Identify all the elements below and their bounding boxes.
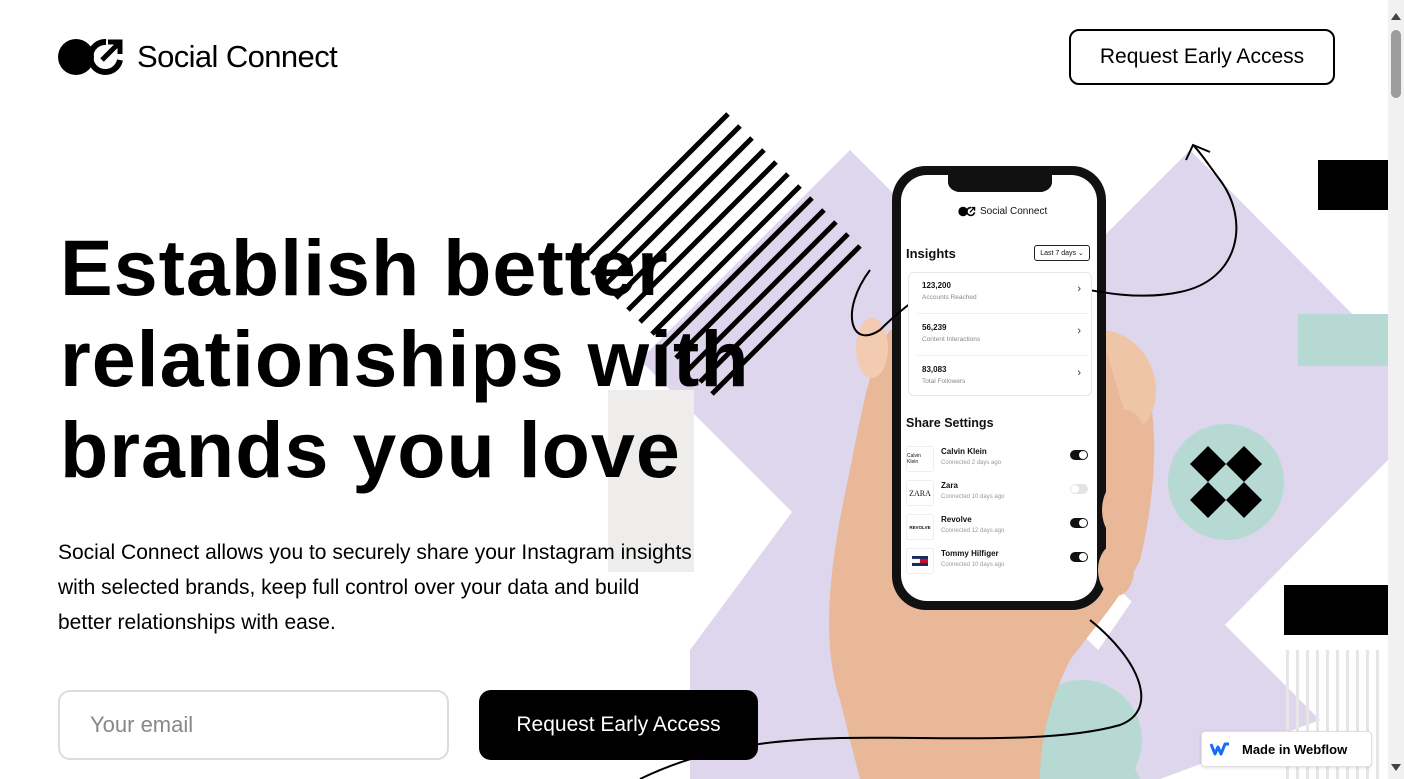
brand-share-row: ZARA Zara Connected 10 days ago: [906, 480, 1094, 510]
social-connect-logo-icon: [958, 206, 976, 217]
logo-text: Social Connect: [137, 39, 338, 74]
brand-name: Calvin Klein: [941, 447, 987, 456]
stat-label: Total Followers: [922, 378, 966, 385]
webflow-logo-icon: [1210, 742, 1229, 756]
hero-title: Establish better relationships with bran…: [60, 222, 820, 495]
share-toggle: [1070, 552, 1088, 562]
mint-circle: [1168, 424, 1284, 540]
badge-label: Made in Webflow: [1242, 741, 1348, 757]
brand-connected-time: Connected 12 days ago: [941, 528, 1005, 534]
stat-value: 83,083: [922, 365, 947, 374]
date-range-select: Last 7 days ⌄: [1034, 245, 1090, 261]
request-access-button[interactable]: Request Early Access: [479, 690, 758, 760]
hero-description: Social Connect allows you to securely sh…: [58, 541, 692, 634]
tommy-hilfiger-flag-icon: [906, 548, 934, 574]
brand-name: Tommy Hilfiger: [941, 549, 999, 558]
brand-share-row: REVOLVE Revolve Connected 12 days ago: [906, 514, 1094, 544]
brand-share-row: Calvin Klein Calvin Klein Connected 2 da…: [906, 446, 1094, 476]
scroll-up-arrow-icon[interactable]: [1391, 13, 1401, 20]
chevron-right-icon: ›: [1077, 367, 1081, 379]
brand-name: Revolve: [941, 515, 972, 524]
email-input[interactable]: [58, 690, 449, 760]
stat-label: Content Interactions: [922, 336, 981, 343]
divider: [917, 355, 1089, 356]
stat-value: 56,239: [922, 323, 947, 332]
stat-row: 123,200 Accounts Reached ›: [915, 273, 1085, 313]
calvin-klein-logo: Calvin Klein: [906, 446, 934, 472]
mint-block: [1298, 314, 1388, 366]
social-connect-logo-icon: [58, 38, 123, 75]
hero-title-line: relationships with: [60, 314, 750, 403]
chevron-right-icon: ›: [1077, 283, 1081, 295]
made-in-webflow-badge[interactable]: Made in Webflow: [1201, 731, 1372, 767]
chevron-right-icon: ›: [1077, 325, 1081, 337]
share-settings-title: Share Settings: [906, 416, 994, 430]
phone-screen: Social Connect Insights Last 7 days ⌄ 12…: [902, 196, 1100, 596]
share-toggle: [1070, 518, 1088, 528]
phone-brand: Social Connect: [958, 206, 1047, 217]
phone-notch: [948, 175, 1052, 192]
site-logo[interactable]: Social Connect: [58, 36, 338, 78]
stat-label: Accounts Reached: [922, 294, 977, 301]
insights-title: Insights: [906, 246, 956, 261]
hero-title-line: brands you love: [60, 405, 681, 494]
scroll-down-arrow-icon[interactable]: [1391, 764, 1401, 771]
black-block-top: [1318, 160, 1388, 210]
landing-page: Social Connect Insights Last 7 days ⌄ 12…: [0, 0, 1388, 779]
brand-connected-time: Connected 10 days ago: [941, 494, 1005, 500]
stat-value: 123,200: [922, 281, 951, 290]
revolve-logo: REVOLVE: [906, 514, 934, 540]
share-toggle: [1070, 484, 1088, 494]
brand-connected-time: Connected 10 days ago: [941, 562, 1005, 568]
vertical-scrollbar[interactable]: [1388, 0, 1404, 779]
brand-name: Zara: [941, 481, 958, 490]
brand-connected-time: Connected 2 days ago: [941, 460, 1002, 466]
stat-row: 83,083 Total Followers ›: [915, 357, 1085, 397]
scrollbar-thumb[interactable]: [1391, 30, 1401, 98]
insights-card: 123,200 Accounts Reached › 56,239 Conten…: [908, 272, 1092, 396]
share-toggle: [1070, 450, 1088, 460]
stat-row: 56,239 Content Interactions ›: [915, 315, 1085, 355]
brand-share-row: Tommy Hilfiger Connected 10 days ago: [906, 548, 1094, 578]
divider: [917, 313, 1089, 314]
hero-title-line: Establish better: [60, 223, 669, 312]
zara-logo: ZARA: [906, 480, 934, 506]
phone-brand-name: Social Connect: [980, 206, 1048, 217]
black-block-bottom: [1284, 585, 1388, 635]
header-request-access-button[interactable]: Request Early Access: [1069, 29, 1335, 85]
